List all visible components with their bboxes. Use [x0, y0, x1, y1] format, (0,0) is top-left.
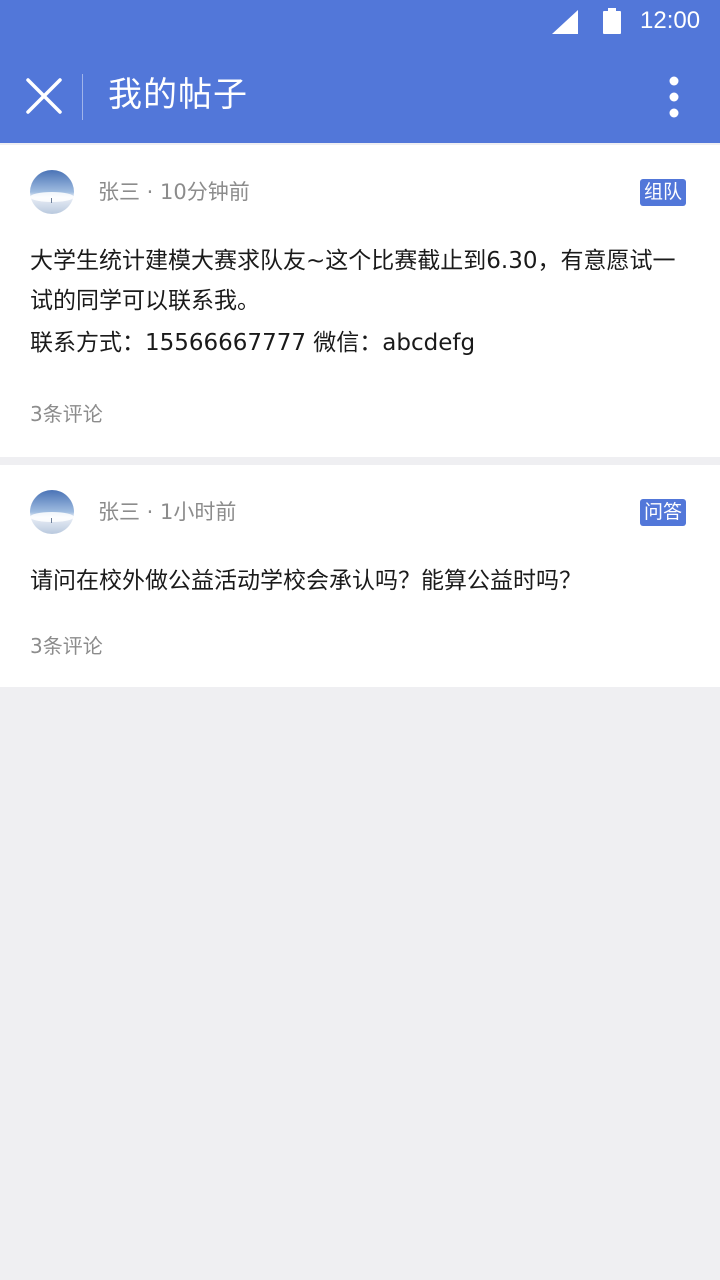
app-bar: 我的帖子: [0, 48, 720, 143]
post-card[interactable]: 张三 · 1小时前 问答 请问在校外做公益活动学校会承认吗？能算公益时吗？ 3条…: [0, 465, 720, 687]
post-tag: 问答: [640, 499, 687, 526]
post-tag: 组队: [640, 179, 687, 206]
post-meta: 张三 · 1小时前: [98, 500, 237, 524]
avatar-image: [30, 170, 74, 214]
post-text: 大学生统计建模大赛求队友~这个比赛截止到6.30，有意愿试一试的同学可以联系我。: [30, 248, 676, 314]
post-text: 请问在校外做公益活动学校会承认吗？能算公益时吗？: [30, 568, 582, 594]
close-icon: [26, 78, 62, 114]
app-bar-divider: [82, 74, 83, 120]
comment-count[interactable]: 3条评论: [30, 631, 103, 661]
battery-icon: [603, 8, 621, 34]
post-card[interactable]: 张三 · 10分钟前 组队 大学生统计建模大赛求队友~这个比赛截止到6.30，有…: [0, 145, 720, 457]
comment-count[interactable]: 3条评论: [30, 399, 103, 429]
post-content: 大学生统计建模大赛求队友~这个比赛截止到6.30，有意愿试一试的同学可以联系我。…: [30, 241, 680, 363]
more-vert-icon: [669, 76, 679, 118]
avatar[interactable]: [30, 170, 74, 214]
post-contact-text: 联系方式：15566667777 微信：abcdefg: [30, 330, 476, 356]
avatar-image: [30, 490, 74, 534]
avatar[interactable]: [30, 490, 74, 534]
page-title: 我的帖子: [108, 75, 248, 115]
signal-icon: [552, 10, 578, 34]
more-options-button[interactable]: [654, 72, 694, 122]
status-time: 12:00: [640, 7, 701, 34]
post-meta: 张三 · 10分钟前: [98, 180, 250, 204]
close-button[interactable]: [22, 74, 66, 118]
status-bar: 12:00: [0, 0, 720, 48]
